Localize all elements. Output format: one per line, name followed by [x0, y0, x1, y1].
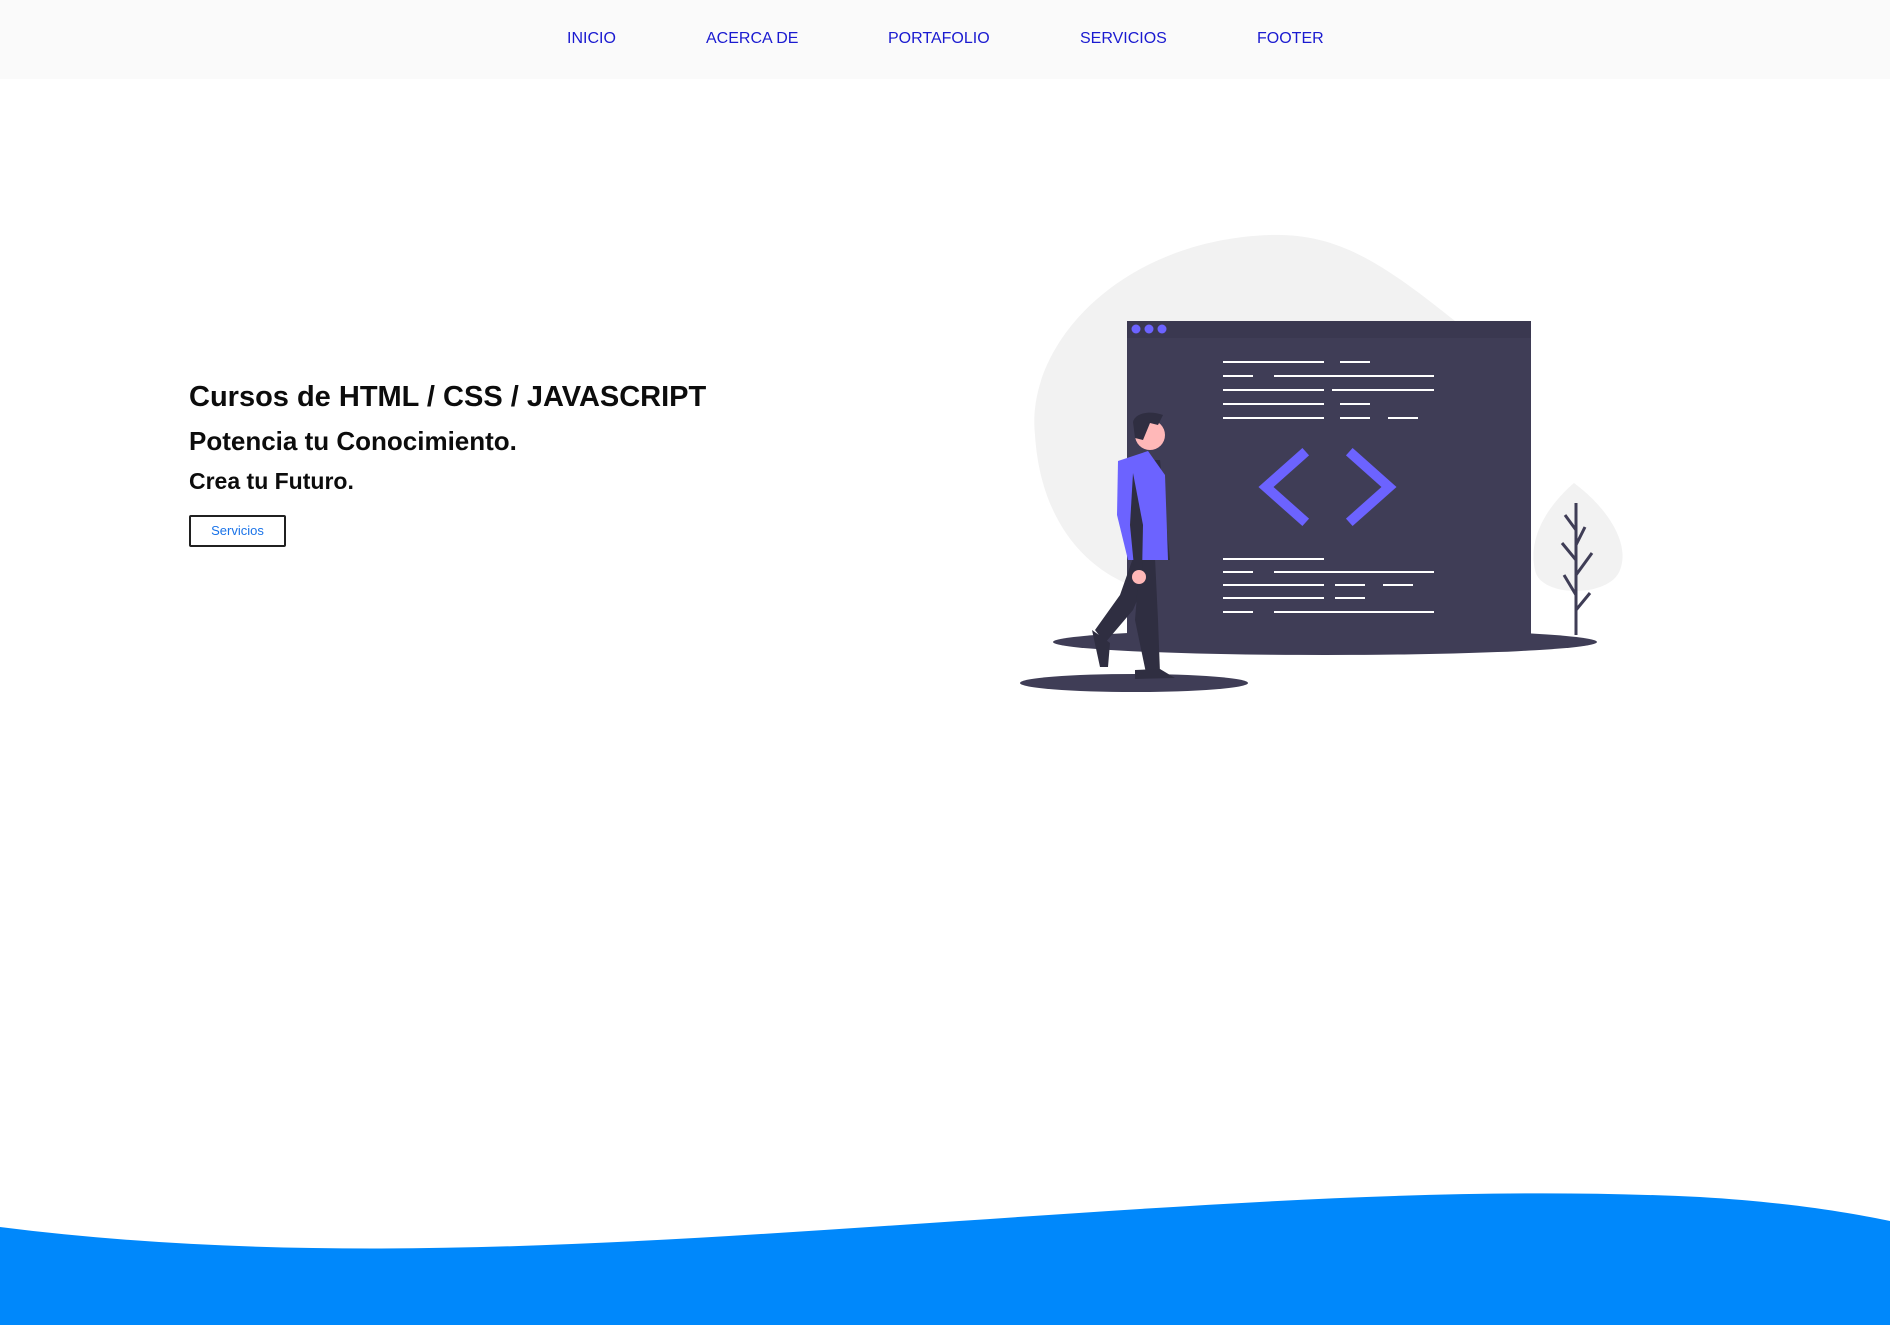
- nav-item-footer[interactable]: FOOTER: [1257, 29, 1324, 49]
- window-dot-1: [1131, 324, 1141, 334]
- servicios-button[interactable]: Servicios: [189, 515, 286, 547]
- hero-text-block: Cursos de HTML / CSS / JAVASCRIPT Potenc…: [189, 376, 706, 498]
- code-window: [1127, 321, 1531, 646]
- nav-item-servicios[interactable]: SERVICIOS: [1080, 29, 1167, 49]
- programmer-code-window-illustration: [1020, 234, 1623, 692]
- nav-item-portafolio[interactable]: PORTAFOLIO: [888, 29, 990, 49]
- top-navbar: INICIO ACERCA DE PORTAFOLIO SERVICIOS FO…: [0, 0, 1890, 79]
- nav-item-inicio[interactable]: INICIO: [567, 29, 616, 49]
- hero-tagline: Crea tu Futuro.: [189, 468, 354, 494]
- window-dot-2: [1144, 324, 1154, 334]
- window-dot-3: [1157, 324, 1167, 334]
- nav-item-acerca-de[interactable]: ACERCA DE: [706, 29, 798, 49]
- bottom-wave-decoration: [0, 1193, 1890, 1325]
- page: INICIO ACERCA DE PORTAFOLIO SERVICIOS FO…: [0, 0, 1890, 1325]
- hero-subtitle: Potencia tu Conocimiento.: [189, 426, 517, 456]
- hero-title: Cursos de HTML / CSS / JAVASCRIPT: [189, 381, 707, 413]
- floor-shadow-small: [1020, 674, 1248, 692]
